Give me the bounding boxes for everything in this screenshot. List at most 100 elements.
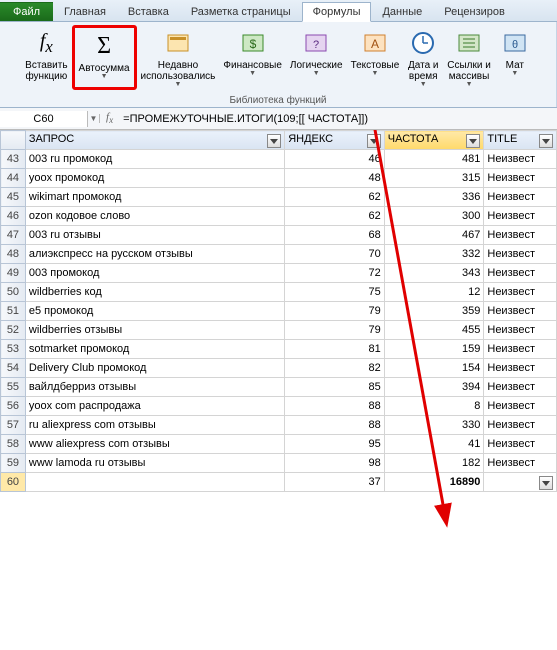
cell-sum-yandex[interactable]: 37 <box>285 473 385 492</box>
cell-query[interactable]: вайлдберриз отзывы <box>25 378 284 397</box>
row-header[interactable]: 54 <box>1 359 26 378</box>
datetime-button[interactable]: Дата ивремя ▼ <box>403 25 443 90</box>
autosum-button[interactable]: Σ Автосумма ▼ <box>72 25 137 90</box>
row-header[interactable]: 57 <box>1 416 26 435</box>
cell-freq[interactable]: 467 <box>384 226 484 245</box>
row-header[interactable]: 59 <box>1 454 26 473</box>
cell-title[interactable]: Неизвест <box>484 416 557 435</box>
table-row[interactable]: 59 www lamoda ru отзывы 98 182 Неизвест <box>1 454 557 473</box>
cell-query[interactable]: wildberries отзывы <box>25 321 284 340</box>
cell-query[interactable]: wikimart промокод <box>25 188 284 207</box>
cell-query[interactable]: ru aliexpress com отзывы <box>25 416 284 435</box>
summary-row[interactable]: 60 37 16890 <box>1 473 557 492</box>
row-header[interactable]: 45 <box>1 188 26 207</box>
cell-yandex[interactable]: 62 <box>285 207 385 226</box>
cell-query[interactable]: 003 ru промокод <box>25 150 284 169</box>
cell-freq[interactable]: 343 <box>384 264 484 283</box>
cell-freq[interactable]: 359 <box>384 302 484 321</box>
cell-yandex[interactable]: 82 <box>285 359 385 378</box>
table-row[interactable]: 55 вайлдберриз отзывы 85 394 Неизвест <box>1 378 557 397</box>
cell-freq[interactable]: 330 <box>384 416 484 435</box>
cell-title[interactable]: Неизвест <box>484 226 557 245</box>
table-row[interactable]: 50 wildberries код 75 12 Неизвест <box>1 283 557 302</box>
fx-label[interactable]: fx <box>100 111 119 125</box>
cell-query[interactable]: ozon кодовое слово <box>25 207 284 226</box>
cell-freq[interactable]: 481 <box>384 150 484 169</box>
row-header[interactable]: 60 <box>1 473 26 492</box>
cell-query[interactable]: yoox com распродажа <box>25 397 284 416</box>
cell-query[interactable]: wildberries код <box>25 283 284 302</box>
filter-icon[interactable] <box>466 134 480 148</box>
cell-yandex[interactable]: 79 <box>285 302 385 321</box>
cell-freq[interactable]: 315 <box>384 169 484 188</box>
cell-title[interactable]: Неизвест <box>484 302 557 321</box>
tab-file[interactable]: Файл <box>0 2 53 21</box>
cell-title[interactable]: Неизвест <box>484 321 557 340</box>
cell-title[interactable]: Неизвест <box>484 340 557 359</box>
cell-title[interactable]: Неизвест <box>484 378 557 397</box>
cell-yandex[interactable]: 70 <box>285 245 385 264</box>
financial-button[interactable]: $ Финансовые ▼ <box>219 25 286 90</box>
cell-yandex[interactable]: 46 <box>285 150 385 169</box>
cell-yandex[interactable]: 88 <box>285 416 385 435</box>
cell-title[interactable]: Неизвест <box>484 283 557 302</box>
cell-title[interactable]: Неизвест <box>484 264 557 283</box>
filter-icon[interactable] <box>539 134 553 148</box>
table-row[interactable]: 58 www aliexpress com отзывы 95 41 Неизв… <box>1 435 557 454</box>
recent-button[interactable]: Недавноиспользовались ▼ <box>137 25 220 90</box>
row-header[interactable]: 49 <box>1 264 26 283</box>
cell-freq[interactable]: 154 <box>384 359 484 378</box>
table-row[interactable]: 45 wikimart промокод 62 336 Неизвест <box>1 188 557 207</box>
table-row[interactable]: 43 003 ru промокод 46 481 Неизвест <box>1 150 557 169</box>
header-yandex[interactable]: ЯНДЕКС <box>285 131 385 150</box>
table-row[interactable]: 51 e5 промокод 79 359 Неизвест <box>1 302 557 321</box>
tab-pagelayout[interactable]: Разметка страницы <box>180 2 302 21</box>
cell-title[interactable]: Неизвест <box>484 207 557 226</box>
header-query[interactable]: ЗАПРОС <box>25 131 284 150</box>
cell-yandex[interactable]: 88 <box>285 397 385 416</box>
cell-sum-freq[interactable]: 16890 <box>384 473 484 492</box>
header-title[interactable]: TITLE <box>484 131 557 150</box>
filter-icon[interactable] <box>267 134 281 148</box>
cell-yandex[interactable]: 98 <box>285 454 385 473</box>
cell-freq[interactable]: 182 <box>384 454 484 473</box>
row-header[interactable]: 52 <box>1 321 26 340</box>
cell-yandex[interactable]: 95 <box>285 435 385 454</box>
row-header[interactable]: 53 <box>1 340 26 359</box>
table-row[interactable]: 56 yoox com распродажа 88 8 Неизвест <box>1 397 557 416</box>
formula-input[interactable]: =ПРОМЕЖУТОЧНЫЕ.ИТОГИ(109;[[ ЧАСТОТА]]) <box>119 111 557 127</box>
cell-query[interactable]: yoox промокод <box>25 169 284 188</box>
row-header[interactable]: 43 <box>1 150 26 169</box>
cell-title[interactable]: Неизвест <box>484 245 557 264</box>
table-row[interactable]: 53 sotmarket промокод 81 159 Неизвест <box>1 340 557 359</box>
tab-home[interactable]: Главная <box>53 2 117 21</box>
tab-formulas[interactable]: Формулы <box>302 2 372 22</box>
table-row[interactable]: 52 wildberries отзывы 79 455 Неизвест <box>1 321 557 340</box>
cell-title[interactable]: Неизвест <box>484 188 557 207</box>
cell-title[interactable]: Неизвест <box>484 169 557 188</box>
cell-query[interactable]: 003 ru отзывы <box>25 226 284 245</box>
cell-freq[interactable]: 394 <box>384 378 484 397</box>
cell-title[interactable]: Неизвест <box>484 454 557 473</box>
table-row[interactable]: 54 Delivery Club промокод 82 154 Неизвес… <box>1 359 557 378</box>
cell-freq[interactable]: 41 <box>384 435 484 454</box>
tab-data[interactable]: Данные <box>371 2 433 21</box>
cell-query[interactable]: www aliexpress com отзывы <box>25 435 284 454</box>
table-row[interactable]: 46 ozon кодовое слово 62 300 Неизвест <box>1 207 557 226</box>
cell-title[interactable]: Неизвест <box>484 359 557 378</box>
filter-icon[interactable] <box>539 476 553 490</box>
math-button[interactable]: θ Мат ▼ <box>495 25 535 90</box>
cell[interactable] <box>25 473 284 492</box>
cell-freq[interactable]: 159 <box>384 340 484 359</box>
table-row[interactable]: 47 003 ru отзывы 68 467 Неизвест <box>1 226 557 245</box>
table-row[interactable]: 57 ru aliexpress com отзывы 88 330 Неизв… <box>1 416 557 435</box>
row-header[interactable]: 47 <box>1 226 26 245</box>
lookup-button[interactable]: Ссылки имассивы ▼ <box>443 25 495 90</box>
cell-freq[interactable]: 8 <box>384 397 484 416</box>
text-button[interactable]: A Текстовые ▼ <box>347 25 404 90</box>
cell-query[interactable]: sotmarket промокод <box>25 340 284 359</box>
cell-freq[interactable]: 336 <box>384 188 484 207</box>
name-box-dropdown[interactable]: ▼ <box>88 114 100 123</box>
cell-query[interactable]: 003 промокод <box>25 264 284 283</box>
row-header[interactable]: 44 <box>1 169 26 188</box>
